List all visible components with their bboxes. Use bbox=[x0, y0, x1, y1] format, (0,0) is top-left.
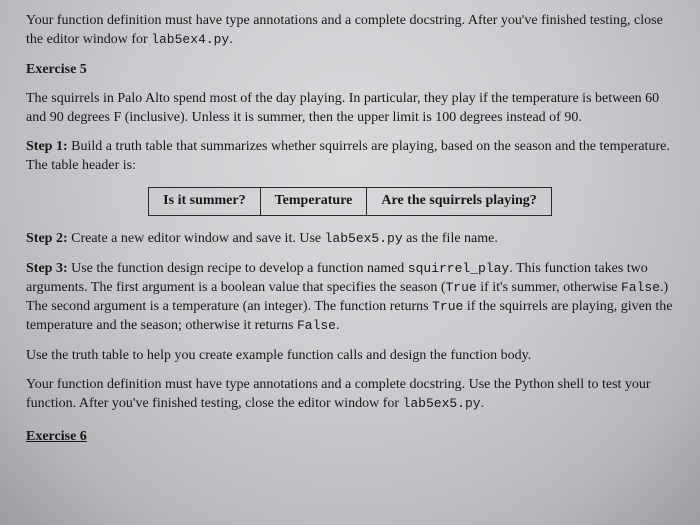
step-3-fn: squirrel_play bbox=[408, 261, 509, 276]
step-2-text-a: Create a new editor window and save it. … bbox=[68, 231, 325, 246]
table-row: Is it summer? Temperature Are the squirr… bbox=[149, 188, 552, 216]
col-is-summer: Is it summer? bbox=[149, 188, 260, 216]
truth-table-header: Is it summer? Temperature Are the squirr… bbox=[148, 187, 552, 216]
problem-statement: The squirrels in Palo Alto spend most of… bbox=[26, 90, 674, 128]
step-2: Step 2: Create a new editor window and s… bbox=[26, 230, 674, 249]
use-truth-table: Use the truth table to help you create e… bbox=[26, 347, 674, 366]
step-3-false1: False bbox=[621, 280, 660, 295]
intro-file: lab5ex4.py bbox=[151, 32, 229, 47]
step-3-false2: False bbox=[297, 318, 336, 333]
exercise-5-heading: Exercise 5 bbox=[26, 61, 674, 80]
step-3: Step 3: Use the function design recipe t… bbox=[26, 260, 674, 336]
step-1: Step 1: Build a truth table that summari… bbox=[26, 138, 674, 176]
page: Your function definition must have type … bbox=[26, 12, 674, 447]
step-3-true2: True bbox=[432, 299, 463, 314]
col-playing: Are the squirrels playing? bbox=[367, 188, 551, 216]
step-1-label: Step 1: bbox=[26, 139, 68, 154]
step-2-file: lab5ex5.py bbox=[325, 231, 403, 246]
intro-tail: . bbox=[229, 32, 233, 47]
step-3-text-f: . bbox=[336, 318, 340, 333]
step-1-text: Build a truth table that summarizes whet… bbox=[26, 139, 670, 173]
intro-text: Your function definition must have type … bbox=[26, 13, 663, 47]
intro-paragraph: Your function definition must have type … bbox=[26, 12, 674, 50]
closing-a: Your function definition must have type … bbox=[26, 377, 651, 411]
step-2-text-b: as the file name. bbox=[403, 231, 498, 246]
step-3-true: True bbox=[446, 280, 477, 295]
closing-b: . bbox=[481, 396, 485, 411]
col-temperature: Temperature bbox=[260, 188, 367, 216]
step-3-text-a: Use the function design recipe to develo… bbox=[68, 261, 408, 276]
step-3-label: Step 3: bbox=[26, 261, 68, 276]
closing-paragraph: Your function definition must have type … bbox=[26, 376, 674, 414]
step-2-label: Step 2: bbox=[26, 231, 68, 246]
step-3-text-c: if it's summer, otherwise bbox=[477, 280, 621, 295]
closing-file: lab5ex5.py bbox=[403, 396, 481, 411]
exercise-6-heading: Exercise 6 bbox=[26, 428, 674, 447]
